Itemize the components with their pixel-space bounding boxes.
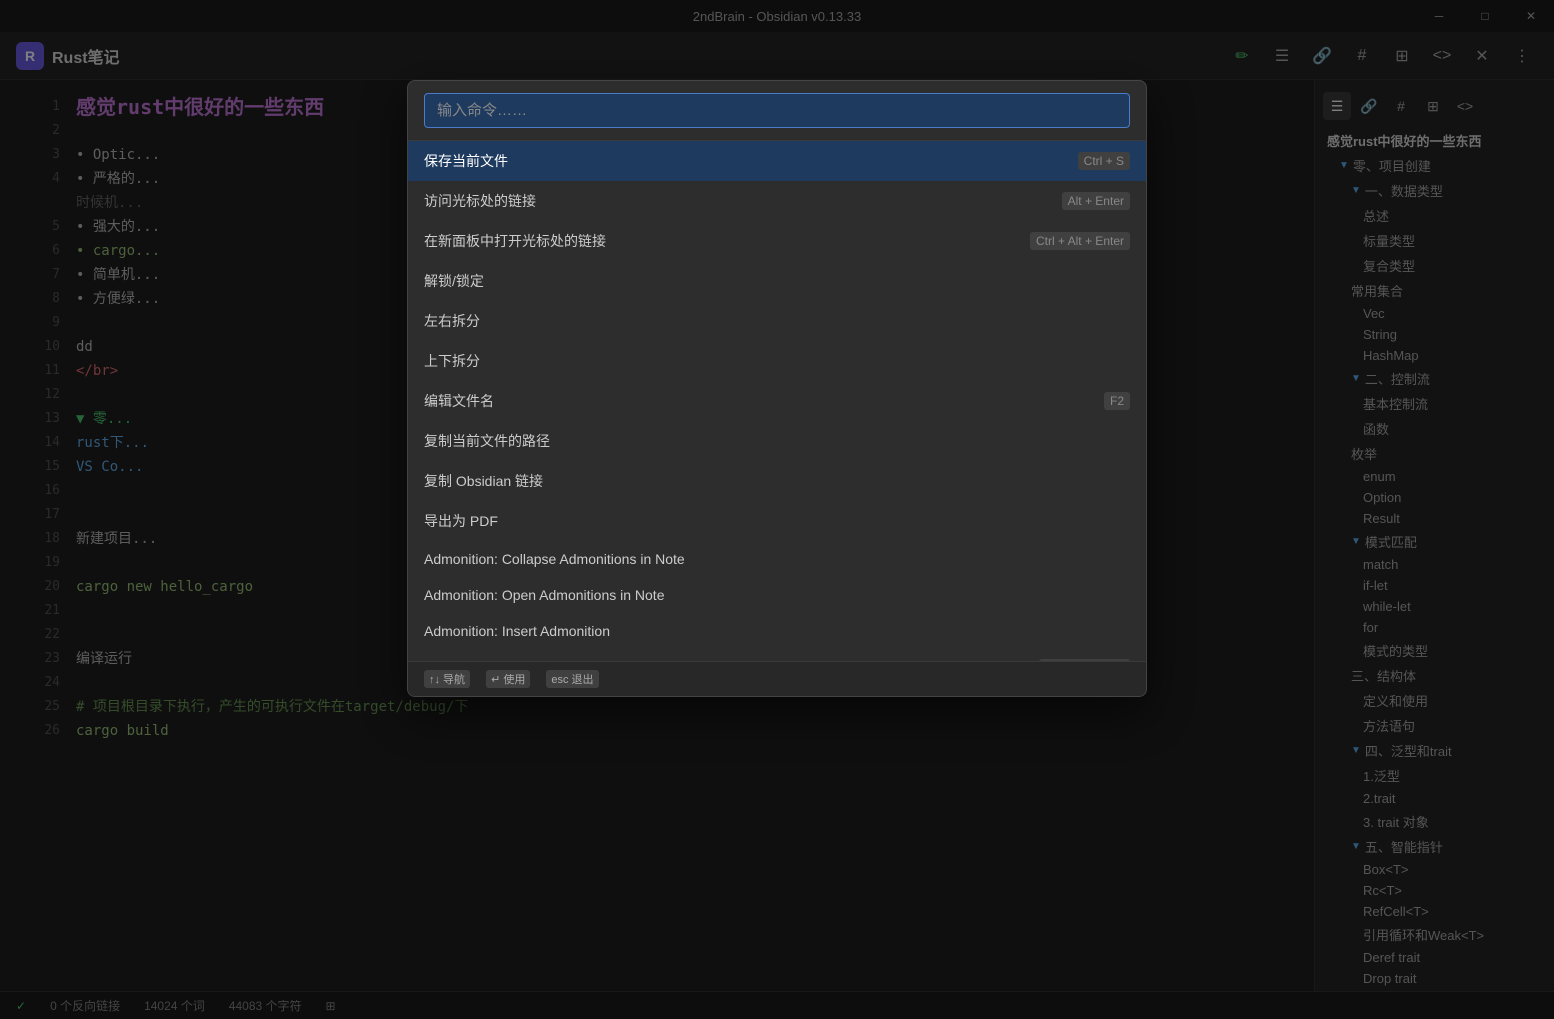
command-item[interactable]: 在新面板中打开光标处的链接 Ctrl + Alt + Enter	[408, 221, 1146, 261]
command-item[interactable]: 上下拆分	[408, 341, 1146, 381]
command-item[interactable]: Admonition: Open Admonitions in Note	[408, 577, 1146, 613]
command-item[interactable]: 保存当前文件 Ctrl + S	[408, 141, 1146, 181]
esc-hint: esc 退出	[546, 670, 598, 688]
command-item[interactable]: 左右拆分	[408, 301, 1146, 341]
command-item-label: 在新面板中打开光标处的链接	[424, 231, 606, 251]
command-item-label: Advanced Tables: Open table controls too…	[424, 660, 706, 661]
command-item[interactable]: 访问光标处的链接 Alt + Enter	[408, 181, 1146, 221]
command-item-label: 复制当前文件的路径	[424, 431, 550, 451]
command-input[interactable]	[424, 93, 1130, 128]
command-shortcut: Alt + Enter	[1062, 192, 1130, 210]
command-item-label: 上下拆分	[424, 351, 480, 371]
command-shortcut: Ctrl + Shift + D	[1039, 659, 1130, 661]
command-palette-overlay: 保存当前文件 Ctrl + S 访问光标处的链接 Alt + Enter 在新面板中打开…	[0, 0, 1554, 1019]
command-item-label: 导出为 PDF	[424, 511, 498, 531]
esc-key-badge: esc 退出	[546, 670, 598, 688]
command-item-label: Admonition: Collapse Admonitions in Note	[424, 551, 685, 567]
command-item[interactable]: 复制 Obsidian 链接	[408, 461, 1146, 501]
use-hint: ↵ 使用	[486, 670, 530, 688]
command-item[interactable]: 复制当前文件的路径	[408, 421, 1146, 461]
command-list: 保存当前文件 Ctrl + S 访问光标处的链接 Alt + Enter 在新面板中打开…	[408, 141, 1146, 661]
command-shortcut: Ctrl + S	[1078, 152, 1130, 170]
command-item[interactable]: Admonition: Insert Admonition	[408, 613, 1146, 649]
command-item-label: 解锁/锁定	[424, 271, 484, 291]
command-item-label: 访问光标处的链接	[424, 191, 536, 211]
nav-hint: ↑↓ 导航	[424, 670, 470, 688]
command-item[interactable]: 导出为 PDF	[408, 501, 1146, 541]
command-item[interactable]: Admonition: Collapse Admonitions in Note	[408, 541, 1146, 577]
command-shortcut: Ctrl + Alt + Enter	[1030, 232, 1130, 250]
command-item[interactable]: 编辑文件名 F2	[408, 381, 1146, 421]
command-item-label: 保存当前文件	[424, 151, 508, 171]
command-item-label: 编辑文件名	[424, 391, 494, 411]
command-item-label: 复制 Obsidian 链接	[424, 471, 543, 491]
use-key-badge: ↵ 使用	[486, 670, 530, 688]
command-item-label: Admonition: Open Admonitions in Note	[424, 587, 664, 603]
nav-key-badge: ↑↓ 导航	[424, 670, 470, 688]
command-input-wrap	[408, 81, 1146, 141]
command-shortcut: F2	[1104, 392, 1130, 410]
command-item-label: 左右拆分	[424, 311, 480, 331]
command-palette: 保存当前文件 Ctrl + S 访问光标处的链接 Alt + Enter 在新面板中打开…	[407, 80, 1147, 697]
command-item-label: Admonition: Insert Admonition	[424, 623, 610, 639]
command-item[interactable]: Advanced Tables: Open table controls too…	[408, 649, 1146, 661]
command-item[interactable]: 解锁/锁定	[408, 261, 1146, 301]
command-footer: ↑↓ 导航 ↵ 使用 esc 退出	[408, 661, 1146, 696]
